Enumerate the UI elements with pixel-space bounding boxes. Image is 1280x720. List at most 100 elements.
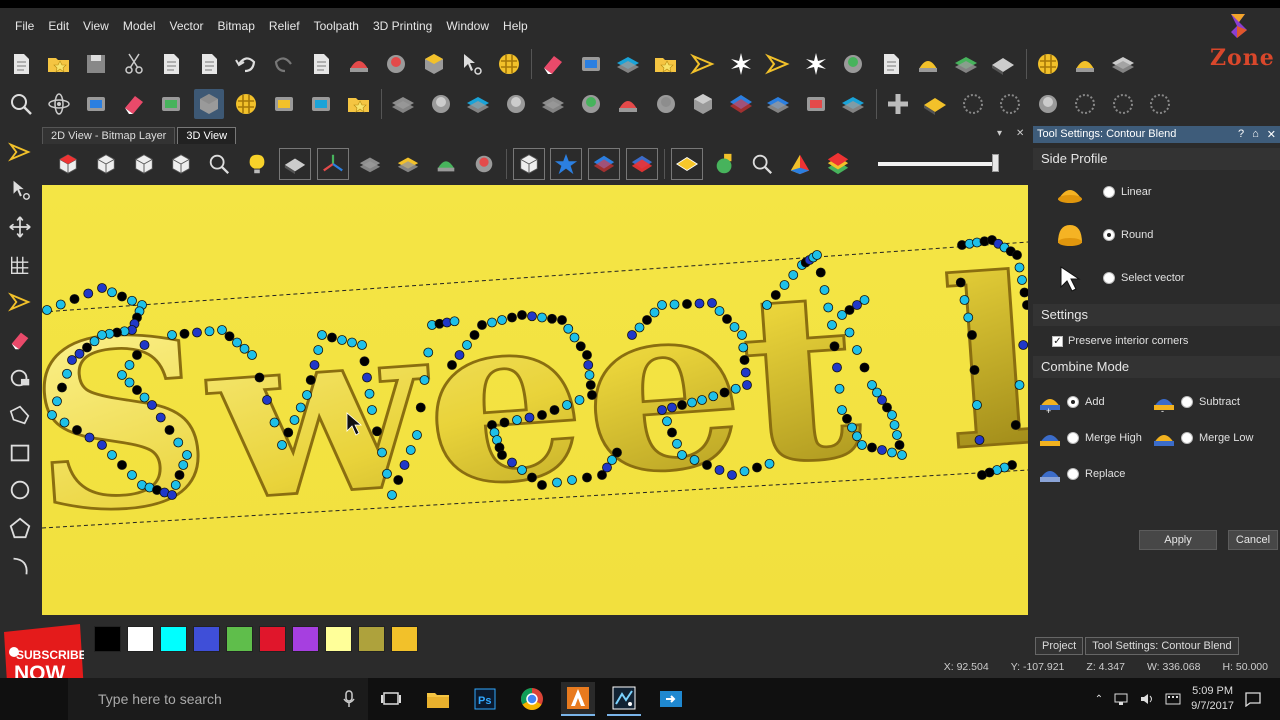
relief-copy-icon[interactable] xyxy=(876,49,906,79)
task-view-icon[interactable] xyxy=(374,682,408,716)
apply-button[interactable]: Apply xyxy=(1139,530,1217,550)
vector-node[interactable] xyxy=(139,340,150,350)
vector-node[interactable] xyxy=(669,299,680,310)
vector-node[interactable] xyxy=(714,306,725,316)
vector-node[interactable] xyxy=(247,350,257,360)
menu-toolpath[interactable]: Toolpath xyxy=(307,19,366,33)
relief-flat-icon[interactable] xyxy=(306,89,336,119)
pen-curve-icon[interactable] xyxy=(763,49,793,79)
notification-icon[interactable] xyxy=(1244,691,1262,707)
relief-merge-icon[interactable] xyxy=(688,89,718,119)
vector-node[interactable] xyxy=(562,400,572,410)
relief-box-icon[interactable] xyxy=(430,148,462,180)
vector-node[interactable] xyxy=(302,390,312,400)
vector-node[interactable] xyxy=(527,311,537,322)
vector-node[interactable] xyxy=(707,298,717,308)
vector-node[interactable] xyxy=(563,323,574,334)
vector-node[interactable] xyxy=(867,442,877,453)
vector-node[interactable] xyxy=(309,360,320,370)
relief-plane-icon[interactable] xyxy=(988,49,1018,79)
vector-node[interactable] xyxy=(132,385,142,395)
select-vector-radio[interactable] xyxy=(1103,271,1115,284)
vector-node[interactable] xyxy=(1014,262,1025,273)
vector-node[interactable] xyxy=(47,410,57,420)
vector-node[interactable] xyxy=(877,445,887,455)
color-layers-icon[interactable] xyxy=(822,148,854,180)
vector-node[interactable] xyxy=(164,425,175,435)
layer-red-icon[interactable] xyxy=(625,148,658,180)
vector-node[interactable] xyxy=(295,402,306,413)
vector-node[interactable] xyxy=(124,377,135,388)
vector-node[interactable] xyxy=(677,400,687,410)
relief-diamond-icon[interactable] xyxy=(388,89,418,119)
redo-icon[interactable] xyxy=(269,49,299,79)
vector-node[interactable] xyxy=(447,360,457,370)
combine-merge-low-option[interactable]: Merge Low xyxy=(1151,423,1253,453)
vector-node[interactable] xyxy=(317,330,327,340)
vector-node[interactable] xyxy=(72,425,82,435)
vector-node[interactable] xyxy=(512,415,522,425)
vector-node[interactable] xyxy=(83,288,94,299)
vector-node[interactable] xyxy=(147,400,157,410)
relief-cone-icon[interactable] xyxy=(576,89,606,119)
paste-icon[interactable] xyxy=(194,49,224,79)
layer-up-icon[interactable] xyxy=(156,89,186,119)
vector-node[interactable] xyxy=(662,416,672,427)
notes-icon[interactable] xyxy=(306,49,336,79)
vector-node[interactable] xyxy=(852,345,862,355)
vector-node[interactable] xyxy=(764,458,775,469)
vector-node[interactable] xyxy=(847,422,857,433)
taskbar-search-box[interactable]: Type here to search xyxy=(68,678,368,720)
panel-close-icon[interactable]: ✕ xyxy=(1267,128,1276,141)
relief-knob-icon[interactable] xyxy=(920,89,950,119)
remote-app-icon[interactable] xyxy=(654,682,688,716)
right-view-icon[interactable] xyxy=(165,148,197,180)
vector-node[interactable] xyxy=(174,470,185,480)
vector-node[interactable] xyxy=(59,417,70,428)
atom-icon[interactable] xyxy=(44,89,74,119)
color-swatch[interactable] xyxy=(391,626,418,652)
combine-replace-option[interactable]: Replace xyxy=(1037,459,1125,489)
vector-node[interactable] xyxy=(405,445,416,455)
vector-node[interactable] xyxy=(689,455,700,465)
vector-node[interactable] xyxy=(739,355,750,365)
vector-node[interactable] xyxy=(657,405,667,415)
vector-node[interactable] xyxy=(89,336,100,347)
vector-node[interactable] xyxy=(97,283,107,293)
photoshop-icon[interactable]: Ps xyxy=(468,682,502,716)
menu-relief[interactable]: Relief xyxy=(262,19,307,33)
node-edit-icon[interactable] xyxy=(4,174,36,206)
vector-node[interactable] xyxy=(770,290,781,300)
cancel-button[interactable]: Cancel xyxy=(1228,530,1278,550)
relief-canvas[interactable]: Sweet l xyxy=(42,185,1028,615)
tab-2d-view[interactable]: 2D View - Bitmap Layer xyxy=(42,127,176,144)
relief-blue-icon[interactable] xyxy=(726,89,756,119)
color-swatch[interactable] xyxy=(292,626,319,652)
menu-3d-printing[interactable]: 3D Printing xyxy=(366,19,439,33)
vector-node[interactable] xyxy=(117,291,127,302)
shading-slider-handle[interactable] xyxy=(992,154,999,172)
shading-slider-track[interactable] xyxy=(878,162,998,166)
vector-node[interactable] xyxy=(959,295,970,305)
language-icon[interactable] xyxy=(1165,692,1181,706)
vector-node[interactable] xyxy=(289,415,300,425)
extrude-icon[interactable] xyxy=(81,89,111,119)
top-view-icon[interactable] xyxy=(90,148,122,180)
preserve-corners-row[interactable]: ✓ Preserve interior corners xyxy=(1033,326,1280,356)
relief-gem-icon[interactable] xyxy=(801,89,831,119)
vector-node[interactable] xyxy=(582,350,592,360)
vector-node[interactable] xyxy=(62,368,72,379)
zoom-icon[interactable] xyxy=(6,89,36,119)
vector-node[interactable] xyxy=(867,380,877,390)
chrome-icon[interactable] xyxy=(515,682,549,716)
arrow-vector-icon[interactable] xyxy=(688,49,718,79)
vector-node[interactable] xyxy=(889,420,900,430)
vector-node[interactable] xyxy=(859,295,870,305)
cylinder-icon[interactable] xyxy=(392,148,424,180)
vector-node[interactable] xyxy=(57,382,67,393)
relief-lift-icon[interactable] xyxy=(501,89,531,119)
iso-view-icon[interactable] xyxy=(52,148,84,180)
vector-node[interactable] xyxy=(612,447,622,458)
frame-dotted-icon[interactable] xyxy=(1108,89,1138,119)
axis-icon[interactable] xyxy=(316,148,349,180)
